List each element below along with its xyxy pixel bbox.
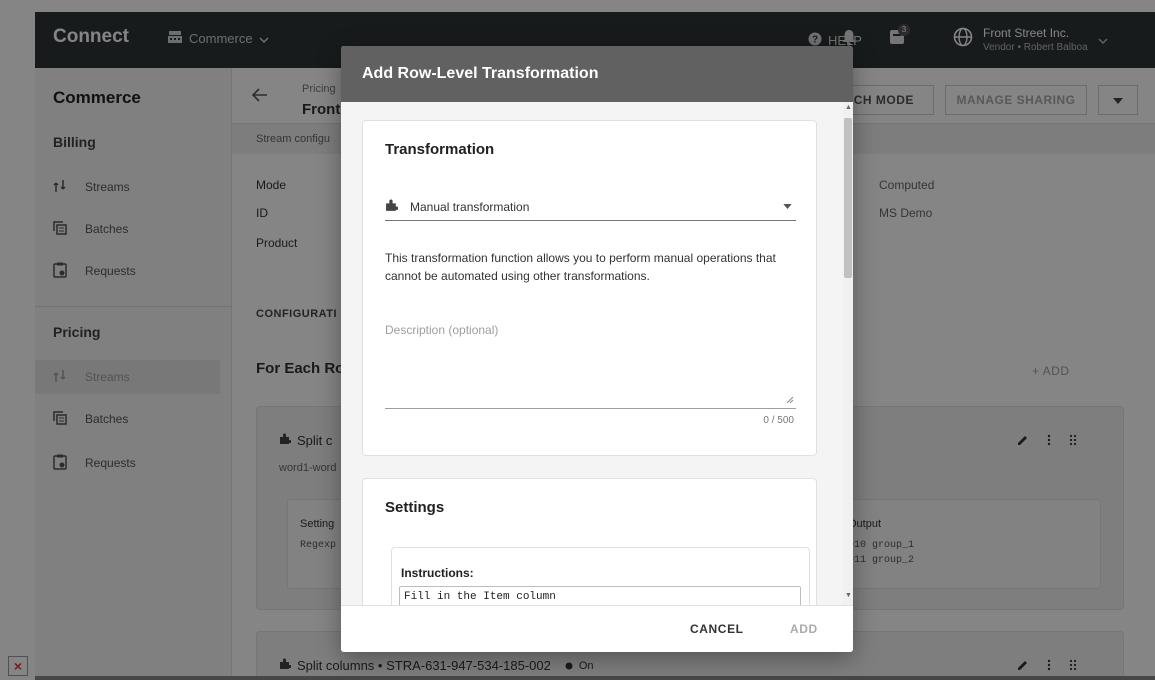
cancel-button[interactable]: CANCEL [690,622,744,636]
dialog-footer: CANCEL ADD [341,605,853,652]
page: Connect Commerce ? HELP 3 [0,0,1155,680]
instructions-input[interactable]: Fill in the Item column [399,586,801,605]
dialog-header: Add Row-Level Transformation [341,46,853,102]
transformation-select[interactable]: Manual transformation [385,193,796,221]
scroll-thumb[interactable] [844,118,852,278]
transformation-panel: Transformation Manual transformation Thi… [362,120,817,456]
add-button[interactable]: ADD [790,622,818,636]
settings-panel: Settings Instructions: Fill in the Item … [362,478,817,605]
dialog-body: Transformation Manual transformation Thi… [341,102,853,605]
caret-down-icon [783,201,792,212]
description-textarea[interactable]: Description (optional) [385,319,796,409]
instructions-box: Instructions: Fill in the Item column [391,547,810,605]
settings-heading: Settings [385,499,445,516]
transformation-heading: Transformation [385,141,495,158]
scroll-down-icon[interactable]: ▼ [845,592,852,599]
scroll-up-icon[interactable]: ▲ [845,104,852,111]
dialog-scrollbar[interactable]: ▲ ▼ [843,102,853,605]
puzzle-icon [385,199,399,215]
character-counter: 0 / 500 [763,415,794,426]
transformation-description: This transformation function allows you … [385,251,776,283]
dialog-title: Add Row-Level Transformation [362,65,599,82]
instructions-label: Instructions: [401,566,474,580]
resize-handle-icon[interactable] [786,396,794,406]
transformation-select-value: Manual transformation [410,199,530,214]
add-transformation-dialog: Add Row-Level Transformation Transformat… [341,46,853,652]
description-placeholder: Description (optional) [385,323,499,337]
